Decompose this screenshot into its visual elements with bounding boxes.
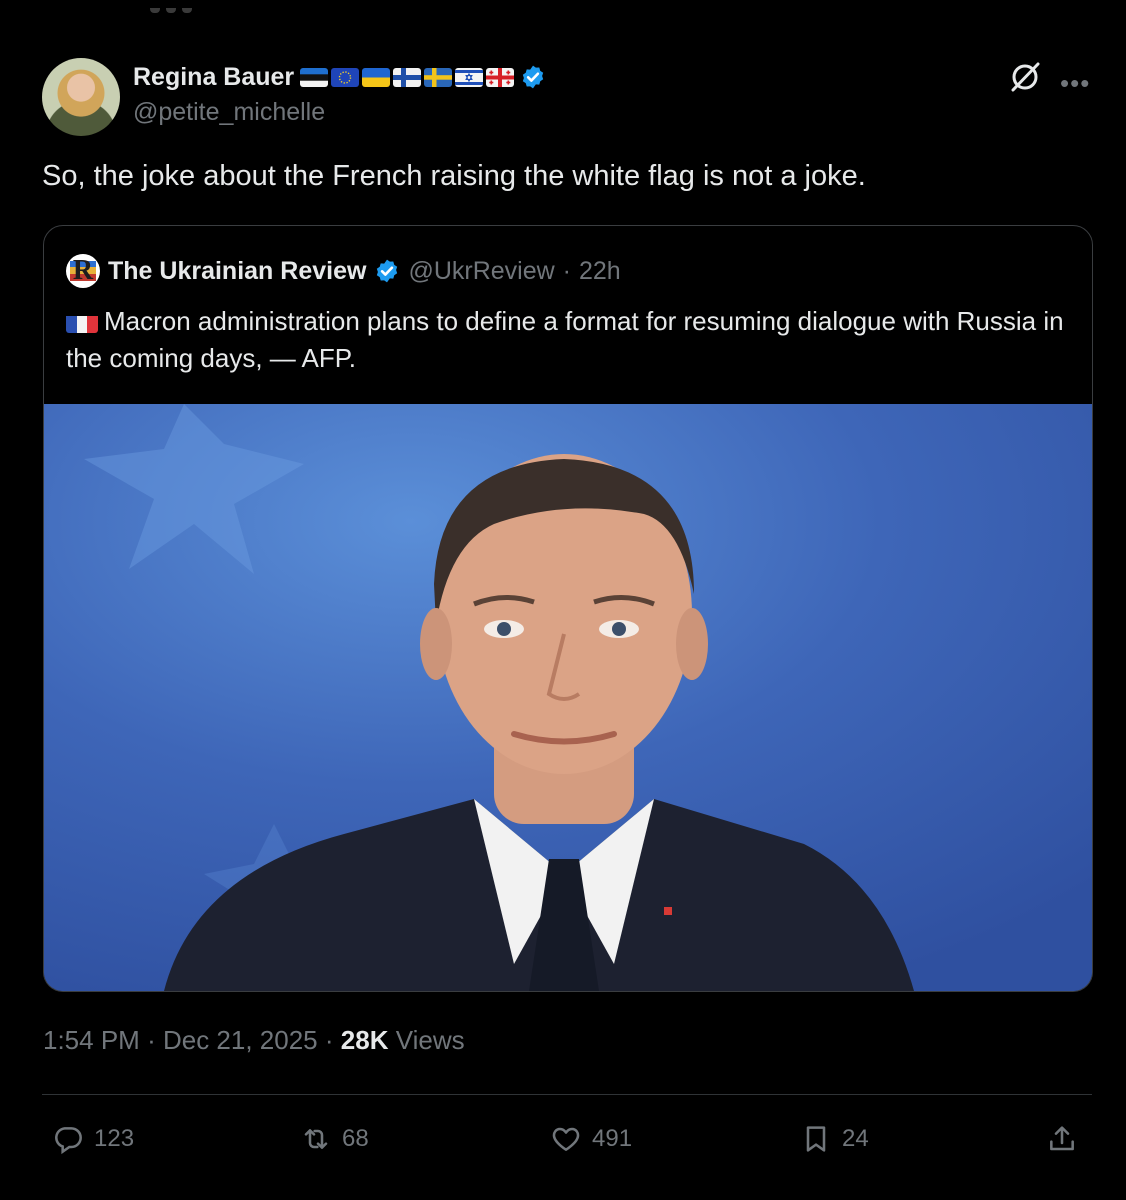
flag-emojis <box>300 67 515 87</box>
top-fragment <box>150 0 240 13</box>
quoted-text-body: Macron administration plans to define a … <box>66 306 1064 373</box>
views-label: Views <box>395 1025 465 1055</box>
quoted-text: Macron administration plans to define a … <box>66 303 1066 377</box>
repost-icon <box>304 1129 328 1149</box>
verified-badge-icon[interactable] <box>520 64 546 90</box>
author-handle[interactable]: @petite_michelle <box>133 98 325 127</box>
bookmark-button[interactable]: 24 <box>800 1120 869 1158</box>
ukrainian-review-logo[interactable]: R <box>66 254 100 288</box>
quoted-tweet-card[interactable]: R The Ukrainian Review @UkrReview · 22h … <box>43 225 1093 992</box>
avatar[interactable] <box>42 58 120 136</box>
grok-icon[interactable] <box>1008 60 1042 94</box>
repost-button[interactable]: 68 <box>300 1120 369 1158</box>
reply-count: 123 <box>94 1125 135 1152</box>
quoted-header: R The Ukrainian Review @UkrReview · 22h <box>66 254 621 288</box>
tweet-time[interactable]: 1:54 PM <box>43 1025 140 1055</box>
eu-flag-icon <box>331 67 360 87</box>
meta-dot-2: · <box>324 1025 334 1055</box>
georgia-flag-icon <box>486 67 515 87</box>
tweet-timestamp-row: 1:54 PM · Dec 21, 2025 · 28K Views <box>43 1025 465 1056</box>
quoted-photo[interactable] <box>44 404 1092 991</box>
divider <box>42 1094 1092 1095</box>
like-button[interactable]: 491 <box>550 1120 632 1158</box>
tweet-text: So, the joke about the French raising th… <box>42 160 866 192</box>
like-count: 491 <box>592 1125 633 1152</box>
meta-dot-1: · <box>147 1025 156 1055</box>
finland-flag-icon <box>393 67 422 87</box>
israel-flag-icon <box>455 67 484 87</box>
author-name-row: Regina Bauer <box>133 60 546 94</box>
repost-count: 68 <box>342 1125 369 1152</box>
quoted-separator: · <box>562 256 571 285</box>
quoted-handle[interactable]: @UkrReview <box>408 257 554 286</box>
reply-icon <box>55 1127 82 1155</box>
views-count: 28K <box>340 1025 389 1055</box>
sweden-flag-icon <box>424 67 453 87</box>
author-display-name[interactable]: Regina Bauer <box>133 63 294 92</box>
france-flag-icon <box>66 311 98 333</box>
more-options-icon[interactable]: ••• <box>1060 68 1090 99</box>
share-button[interactable] <box>1046 1120 1078 1158</box>
logo-letter: R <box>72 255 94 286</box>
estonia-flag-icon <box>300 67 329 87</box>
reply-button[interactable]: 123 <box>52 1120 134 1158</box>
ukraine-flag-icon <box>362 67 391 87</box>
share-icon <box>1050 1126 1074 1151</box>
quoted-verified-badge-icon <box>377 259 398 283</box>
quoted-age[interactable]: 22h <box>579 257 621 286</box>
quoted-display-name[interactable]: The Ukrainian Review <box>108 257 366 286</box>
bookmark-count: 24 <box>842 1125 869 1152</box>
bookmark-icon <box>806 1126 826 1152</box>
tweet-date[interactable]: Dec 21, 2025 <box>163 1025 318 1055</box>
heart-icon <box>552 1127 580 1151</box>
macron-photo-illustration <box>44 404 1092 991</box>
